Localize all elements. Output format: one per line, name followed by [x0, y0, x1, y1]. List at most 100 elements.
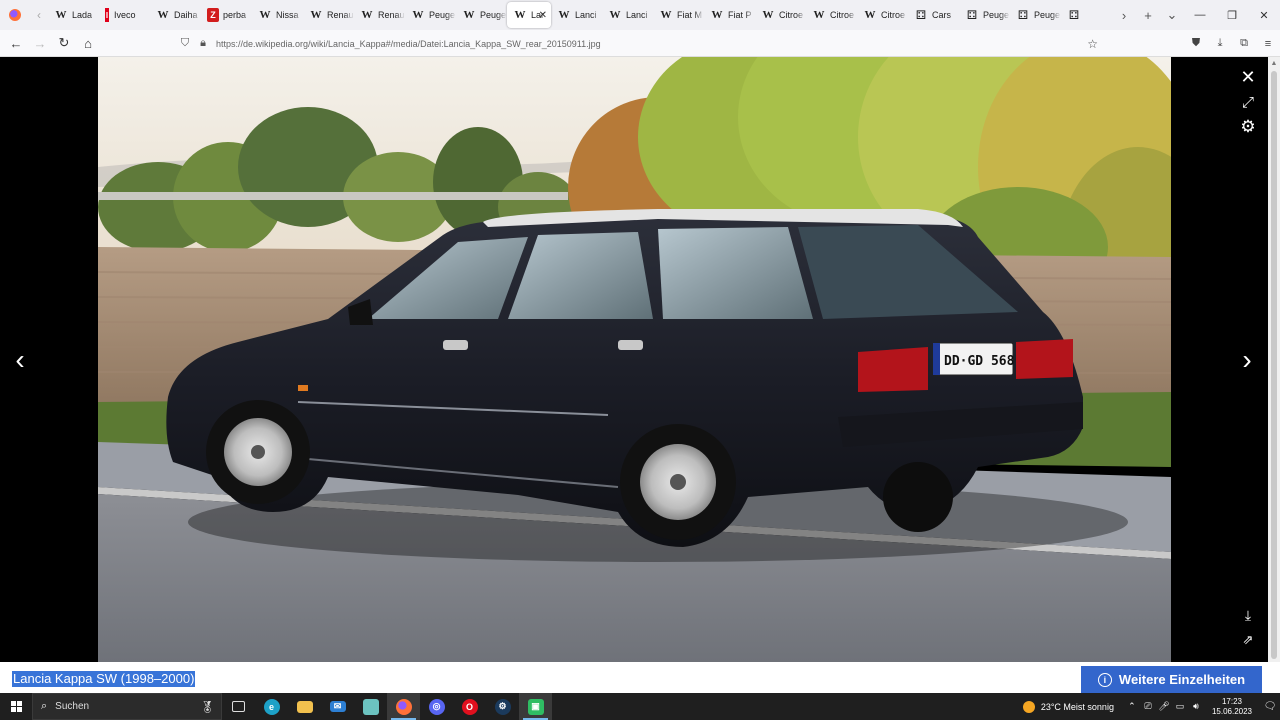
firefox-taskbar-icon[interactable] [387, 693, 420, 720]
close-viewer-button[interactable]: ✕ [1239, 67, 1257, 87]
caption-bar: Lancia Kappa SW (1998–2000) i Weitere Ei… [0, 662, 1280, 693]
browser-tab[interactable]: W Lada [48, 2, 99, 28]
browser-tab[interactable]: Zperba [201, 2, 252, 28]
next-image-button[interactable]: › [1235, 344, 1259, 375]
new-tab-button[interactable]: + [1136, 0, 1160, 30]
iveco-icon: I [105, 8, 109, 22]
fullscreen-icon[interactable]: ⤢ [1239, 93, 1257, 111]
browser-tab[interactable]: ⚃ Peuge [1010, 2, 1061, 28]
wikipedia-icon: W [310, 9, 322, 21]
tab-label: Citroe [881, 10, 906, 20]
browser-tab[interactable]: ⚃ [1061, 2, 1112, 28]
page-scrollbar[interactable]: ▲ [1268, 57, 1280, 662]
extensions-icon[interactable]: ⧉ [1232, 30, 1256, 57]
url-text[interactable]: https://de.wikipedia.org/wiki/Lancia_Kap… [216, 39, 601, 49]
license-plate-text: DD·GD 568 [944, 354, 1015, 369]
home-button[interactable]: ⌂ [76, 31, 100, 55]
browser-tab[interactable]: W Renau [354, 2, 405, 28]
address-bar[interactable]: ⛉ 🔒︎ https://de.wikipedia.org/wiki/Lanci… [176, 33, 1106, 54]
tab-label: Lanci [575, 10, 597, 20]
browser-tab[interactable]: W Fiat P [704, 2, 755, 28]
wikipedia-icon: W [864, 9, 876, 21]
wikipedia-icon: W [813, 9, 825, 21]
back-button[interactable]: ← [4, 31, 28, 55]
display-icon[interactable]: ▭ [1172, 701, 1188, 712]
tray-chevron-icon[interactable]: ⌃ [1124, 701, 1140, 712]
download-icon[interactable]: ⤓ [1239, 606, 1257, 624]
close-window-button[interactable]: ✕ [1248, 0, 1280, 30]
tab-label: Citroe [830, 10, 855, 20]
volume-icon[interactable]: 🔊︎ [1188, 701, 1204, 712]
browser-tab[interactable]: W Daiha [150, 2, 201, 28]
downloads-icon[interactable]: ⤓ [1208, 30, 1232, 57]
settings-gear-icon[interactable]: ⚙ [1239, 117, 1257, 136]
browser-tab[interactable]: W Peuge [456, 2, 507, 28]
file-explorer-icon[interactable] [288, 693, 321, 720]
scroll-up-icon[interactable]: ▲ [1268, 57, 1280, 69]
microphone-icon[interactable]: 🎤︎ [1156, 701, 1172, 712]
browser-tab[interactable]: W Peuge [405, 2, 456, 28]
list-all-tabs-icon[interactable]: ⌄ [1160, 0, 1184, 30]
tab-label: Fiat M [677, 10, 703, 20]
tab-scroll-left-icon[interactable]: ‹ [30, 0, 48, 30]
app-green-icon[interactable]: ▣ [519, 693, 552, 720]
browser-tab[interactable]: W Renau [303, 2, 354, 28]
forward-button[interactable]: → [28, 31, 52, 55]
browser-tab[interactable]: W Nissa [252, 2, 303, 28]
bookmark-star-icon[interactable]: ☆ [1087, 37, 1098, 51]
browser-tab[interactable]: ⚃ Peuge [959, 2, 1010, 28]
tab-scroll-right-icon[interactable]: › [1112, 0, 1136, 30]
start-button[interactable] [0, 693, 32, 720]
browser-tab[interactable]: I Iveco [99, 2, 150, 28]
sun-icon [1022, 700, 1035, 713]
wikipedia-icon: W [514, 9, 526, 21]
task-view-icon[interactable] [222, 693, 255, 720]
close-tab-icon[interactable]: ✕ [539, 10, 547, 21]
image-caption: Lancia Kappa SW (1998–2000) [12, 671, 196, 687]
tab-label: Renau [327, 10, 354, 20]
tab-label: Citroe [779, 10, 804, 20]
search-highlight-icon: 🏅︎ [199, 699, 215, 714]
media-viewer: DD·GD 568 ✕ ⤢ ⚙ ‹ › ⤓ ⇗ [0, 57, 1268, 662]
browser-tab[interactable]: W Citroe [755, 2, 806, 28]
network-icon[interactable]: ⎚ [1140, 701, 1156, 712]
browser-tab[interactable]: W Citroe [857, 2, 908, 28]
tab-label: Peuge [480, 10, 507, 20]
lock-icon[interactable]: 🔒︎ [194, 37, 212, 50]
weather-widget[interactable]: 23°C Meist sonnig [1022, 700, 1114, 713]
taskbar-clock[interactable]: 17:23 15.06.2023 [1212, 697, 1252, 717]
menu-icon[interactable]: ≡ [1256, 30, 1280, 57]
tab-label: Nissa [276, 10, 299, 20]
tab-label: Lanci [626, 10, 648, 20]
cars-icon: ⚃ [1068, 8, 1080, 22]
tracking-protection-icon[interactable]: ⛉ [176, 37, 194, 50]
cars-icon: ⚃ [1017, 8, 1029, 22]
more-details-button[interactable]: i Weitere Einzelheiten [1081, 666, 1262, 693]
info-icon: i [1097, 672, 1112, 687]
browser-tab[interactable]: W Lar ✕ [507, 2, 551, 28]
browser-tab[interactable]: W Citroe [806, 2, 857, 28]
reload-button[interactable]: ↻ [52, 31, 76, 55]
restore-button[interactable]: ❐ [1216, 0, 1248, 30]
browser-tab[interactable]: W Fiat M [653, 2, 704, 28]
edge-icon[interactable]: e [255, 693, 288, 720]
opera-icon[interactable]: O [453, 693, 486, 720]
scrollbar-thumb[interactable] [1271, 71, 1277, 659]
browser-tab[interactable]: W Lanci [602, 2, 653, 28]
browser-tab[interactable]: ⚃ Cars [908, 2, 959, 28]
mail-icon[interactable]: ✉ [321, 693, 354, 720]
tab-label: perba [223, 10, 247, 20]
tab-label: Peuge [1034, 10, 1061, 20]
pocket-icon[interactable]: ⛊ [1184, 30, 1208, 57]
previous-image-button[interactable]: ‹ [8, 344, 32, 375]
steam-icon[interactable]: ⚙ [486, 693, 519, 720]
share-icon[interactable]: ⇗ [1239, 631, 1257, 649]
taskbar-search[interactable]: ⌕ Suchen 🏅︎ [32, 693, 222, 720]
discord-icon[interactable]: ◎ [420, 693, 453, 720]
notification-icon[interactable]: 🗨︎ [1260, 701, 1280, 712]
notepad-icon[interactable] [354, 693, 387, 720]
browser-tab[interactable]: W Lanci [551, 2, 602, 28]
firefox-view-icon[interactable] [0, 0, 30, 30]
minimize-button[interactable]: — [1184, 0, 1216, 30]
windows-logo-icon [10, 701, 22, 712]
